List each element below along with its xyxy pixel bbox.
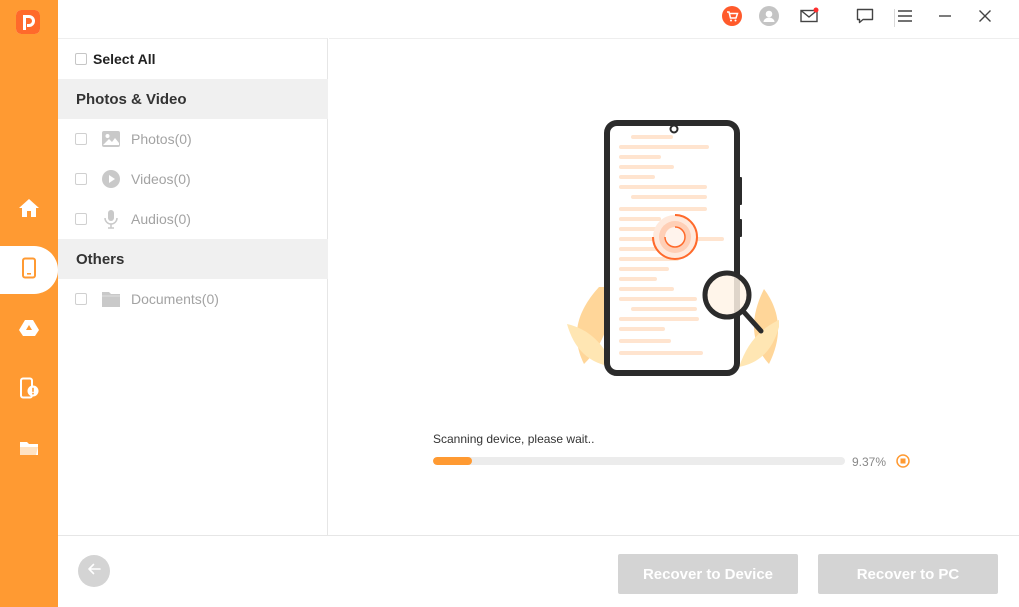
category-audios[interactable]: Audios(0) xyxy=(58,199,328,239)
close-button[interactable] xyxy=(973,6,997,30)
feedback-button[interactable] xyxy=(853,6,877,30)
cart-button[interactable] xyxy=(720,5,744,31)
documents-label: Documents(0) xyxy=(131,291,219,307)
category-documents[interactable]: Documents(0) xyxy=(58,279,328,319)
stop-scan-button[interactable] xyxy=(896,454,910,468)
minimize-button[interactable] xyxy=(933,6,957,30)
photos-checkbox[interactable] xyxy=(75,133,87,145)
scan-progress-percent: 9.37% xyxy=(852,455,887,469)
sidebar-item-phone[interactable] xyxy=(0,246,58,294)
audios-label: Audios(0) xyxy=(131,211,191,227)
recover-to-device-button[interactable]: Recover to Device xyxy=(618,554,798,594)
sidebar-item-phone-alert[interactable] xyxy=(0,366,58,414)
photos-label: Photos(0) xyxy=(131,131,192,147)
mail-button[interactable] xyxy=(797,6,821,30)
left-sidebar xyxy=(0,0,58,607)
select-all-checkbox[interactable] xyxy=(75,53,87,65)
title-bar xyxy=(58,0,1019,36)
group-others: Others xyxy=(58,239,328,279)
minimize-icon xyxy=(935,6,955,31)
category-videos[interactable]: Videos(0) xyxy=(58,159,328,199)
home-icon xyxy=(18,197,40,224)
arrow-left-icon xyxy=(86,561,102,582)
category-photos[interactable]: Photos(0) xyxy=(58,119,328,159)
user-icon xyxy=(759,5,779,31)
account-button[interactable] xyxy=(757,5,781,31)
feedback-icon xyxy=(855,6,875,31)
app-logo xyxy=(16,10,40,34)
drive-icon xyxy=(18,317,40,344)
scan-area: Scanning device, please wait.. 9.37% xyxy=(329,38,1019,535)
videos-checkbox[interactable] xyxy=(75,173,87,185)
group-photos-video: Photos & Video xyxy=(58,79,328,119)
select-all-label: Select All xyxy=(93,51,156,67)
sidebar-item-google-drive[interactable] xyxy=(0,306,58,354)
audios-checkbox[interactable] xyxy=(75,213,87,225)
back-button[interactable] xyxy=(78,555,110,587)
sidebar-item-home[interactable] xyxy=(0,186,58,234)
footer-bar: Recover to Device Recover to PC xyxy=(58,535,1019,607)
scan-progress-bar xyxy=(433,457,845,465)
stop-icon xyxy=(896,454,910,472)
documents-checkbox[interactable] xyxy=(75,293,87,305)
video-icon xyxy=(101,169,121,189)
close-icon xyxy=(975,6,995,31)
menu-icon xyxy=(895,6,915,31)
menu-button[interactable] xyxy=(893,6,917,30)
mail-icon xyxy=(799,6,819,31)
phone-alert-icon xyxy=(18,377,40,404)
folder-icon xyxy=(101,289,121,309)
recover-to-pc-button[interactable]: Recover to PC xyxy=(818,554,998,594)
sidebar-item-folder[interactable] xyxy=(0,426,58,474)
category-panel: Select All Photos & Video Photos(0) Vide… xyxy=(58,38,328,535)
photo-icon xyxy=(101,129,121,149)
microphone-icon xyxy=(101,209,121,229)
folder-icon xyxy=(18,437,40,464)
videos-label: Videos(0) xyxy=(131,171,191,187)
scanning-illustration xyxy=(559,119,781,384)
select-all-row[interactable]: Select All xyxy=(58,39,328,79)
cart-icon xyxy=(722,5,742,31)
scan-status-text: Scanning device, please wait.. xyxy=(433,432,595,446)
phone-icon xyxy=(18,257,40,284)
scan-progress-fill xyxy=(433,457,472,465)
